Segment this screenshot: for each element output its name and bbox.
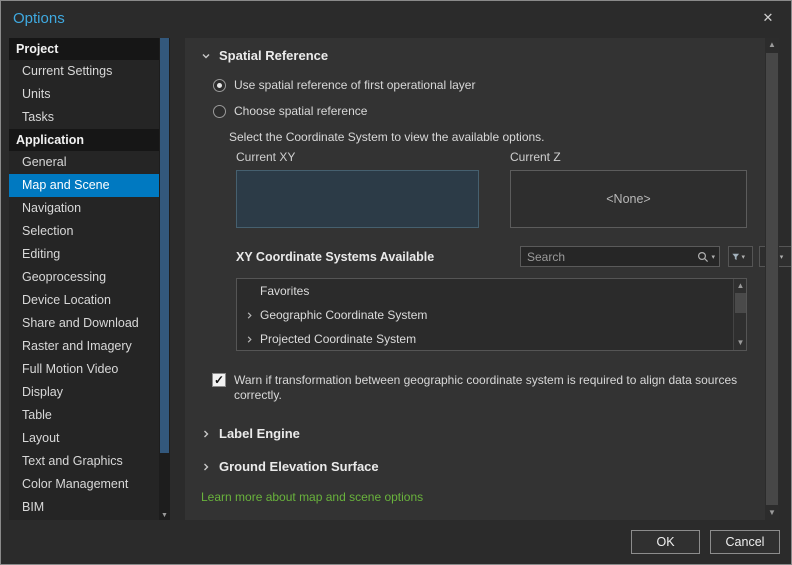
section-title: Label Engine [219,426,300,441]
current-z-box[interactable]: <None> [510,170,747,228]
sidebar-item-units[interactable]: Units [9,83,159,106]
current-z-label: Current Z [510,150,561,164]
sidebar-item-device-location[interactable]: Device Location [9,289,159,312]
instruction-row: Select the Coordinate System to view the… [229,130,545,144]
sidebar-item-current-settings[interactable]: Current Settings [9,60,159,83]
search-icon[interactable] [697,251,709,263]
section-header-spatial-reference[interactable]: Spatial Reference [201,48,328,63]
chevron-right-icon[interactable] [245,311,254,320]
main-scrollbar-thumb[interactable] [766,53,778,505]
warn-checkbox-label: Warn if transformation between geographi… [234,373,738,402]
options-dialog: Options ✕ Project Current Settings Units… [0,0,792,565]
sidebar-item-table[interactable]: Table [9,404,159,427]
sidebar-item-color-management[interactable]: Color Management [9,473,159,496]
sidebar-scrollbar-thumb[interactable] [160,38,169,453]
section-title: Ground Elevation Surface [219,459,379,474]
chevron-right-icon [204,463,209,470]
warn-checkbox[interactable]: ✓ [212,373,226,387]
sidebar: Project Current Settings Units Tasks App… [9,38,159,520]
xy-systems-row: XY Coordinate Systems Available ▾ ▾ ▾ [236,246,791,267]
sidebar-item-full-motion-video[interactable]: Full Motion Video [9,358,159,381]
current-xy-box[interactable] [236,170,479,228]
filter-button[interactable]: ▾ [728,246,753,267]
list-scrollbar-thumb[interactable] [735,293,746,313]
list-scroll-up-icon[interactable]: ▲ [734,279,747,293]
chevron-right-icon[interactable] [245,335,254,344]
sidebar-item-raster-and-imagery[interactable]: Raster and Imagery [9,335,159,358]
search-dropdown-icon[interactable]: ▾ [709,253,719,261]
radio-first-layer[interactable] [213,78,226,92]
sidebar-item-display[interactable]: Display [9,381,159,404]
learn-more-link[interactable]: Learn more about map and scene options [201,490,423,504]
current-z-value: <None> [606,192,651,206]
radio-row-first-layer[interactable]: Use spatial reference of first operation… [213,78,475,92]
list-item-favorites[interactable]: Favorites [237,279,746,303]
sidebar-group-application: Application [9,129,159,151]
main-scrollbar[interactable]: ▲ ▼ [765,38,779,520]
radio-choose-label: Choose spatial reference [234,104,368,118]
sidebar-item-selection[interactable]: Selection [9,220,159,243]
section-title: Spatial Reference [219,48,329,63]
chevron-right-icon [204,430,209,437]
xy-systems-label: XY Coordinate Systems Available [236,249,435,264]
sidebar-item-layout[interactable]: Layout [9,427,159,450]
section-header-label-engine[interactable]: Label Engine [201,426,300,441]
warn-checkbox-row[interactable]: ✓ Warn if transformation between geograp… [212,373,759,403]
sidebar-group-project: Project [9,38,159,60]
sidebar-item-share-and-download[interactable]: Share and Download [9,312,159,335]
sidebar-item-geoprocessing[interactable]: Geoprocessing [9,266,159,289]
learn-more-row: Learn more about map and scene options [201,490,423,504]
filter-dropdown-icon: ▾ [741,253,745,261]
chevron-down-icon [202,53,210,58]
main-panel: Spatial Reference Use spatial reference … [185,38,791,520]
title-bar: Options ✕ [1,1,791,37]
close-icon[interactable]: ✕ [759,9,777,27]
sidebar-item-bim[interactable]: BIM [9,496,159,519]
list-item-projected-coordinate-system[interactable]: Projected Coordinate System [237,327,746,351]
sidebar-item-map-and-scene[interactable]: Map and Scene [9,174,159,197]
sidebar-scroll-down-icon[interactable]: ▼ [159,512,170,519]
search-box: ▾ [520,246,720,267]
sidebar-scrollbar[interactable]: ▼ [159,38,170,520]
cancel-button[interactable]: Cancel [710,530,780,554]
window-title: Options [13,10,65,27]
list-scrollbar[interactable]: ▲ ▼ [733,279,746,350]
current-xy-label: Current XY [236,150,296,164]
coordinate-systems-list: Favorites Geographic Coordinate System P… [236,278,747,351]
radio-row-choose[interactable]: Choose spatial reference [213,104,367,118]
filter-icon [732,253,740,260]
sidebar-item-tasks[interactable]: Tasks [9,106,159,129]
list-scroll-down-icon[interactable]: ▼ [734,336,747,350]
list-item-geographic-coordinate-system[interactable]: Geographic Coordinate System [237,303,746,327]
radio-first-layer-label: Use spatial reference of first operation… [234,78,476,92]
sidebar-item-navigation[interactable]: Navigation [9,197,159,220]
sidebar-item-editing[interactable]: Editing [9,243,159,266]
ok-button[interactable]: OK [631,530,700,554]
sidebar-item-text-and-graphics[interactable]: Text and Graphics [9,450,159,473]
section-header-ground-elevation-surface[interactable]: Ground Elevation Surface [201,459,379,474]
main-scroll-up-icon[interactable]: ▲ [765,38,779,52]
search-input[interactable] [521,249,698,264]
globe-dropdown-icon: ▾ [779,253,784,261]
radio-choose-spatial-reference[interactable] [213,104,226,118]
main-scroll-down-icon[interactable]: ▼ [765,506,779,520]
coordinate-instruction: Select the Coordinate System to view the… [229,130,545,144]
sidebar-item-general[interactable]: General [9,151,159,174]
